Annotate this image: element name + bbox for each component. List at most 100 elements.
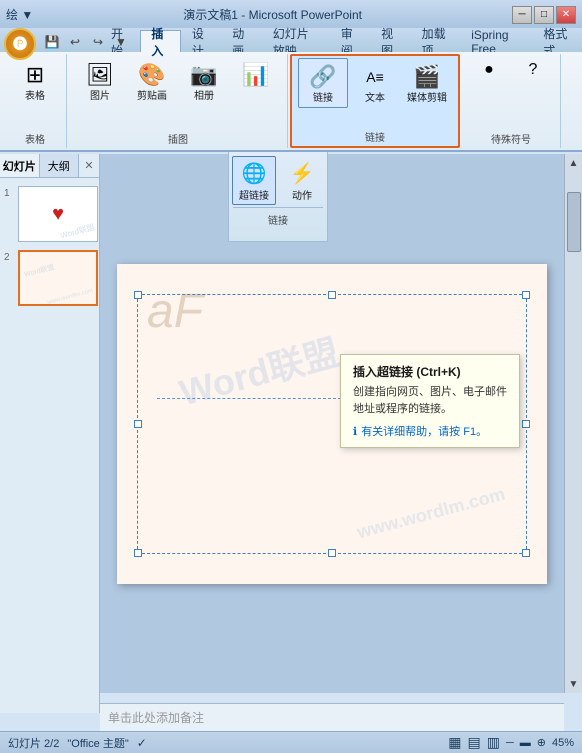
undo-button[interactable]: ↩ — [65, 32, 85, 52]
handle-bl[interactable] — [134, 549, 142, 557]
zoom-level: 45% — [552, 737, 574, 749]
view-reading-icon[interactable]: ▥ — [487, 734, 500, 751]
picture-icon: 🖼 — [84, 59, 116, 91]
text-label: 文本 — [365, 93, 385, 105]
hyperlink-globe-icon: 🌐 — [240, 159, 268, 187]
status-bar: 幻灯片 2/2 "Office 主题" ✓ ▦ ▤ ▥ ─ ▬ ⊕ 45% — [0, 731, 582, 753]
handle-bm[interactable] — [328, 549, 336, 557]
clipart-button[interactable]: 🎨 剪贴画 — [127, 56, 177, 106]
tab-review[interactable]: 审阅 — [330, 30, 370, 52]
save-button[interactable]: 💾 — [42, 32, 62, 52]
picture-button[interactable]: 🖼 图片 — [75, 56, 125, 106]
handle-tm[interactable] — [328, 291, 336, 299]
group-table-content: ⊞ 表格 — [10, 56, 60, 122]
handle-tl[interactable] — [134, 291, 142, 299]
group-special-label: 待殊符号 — [462, 131, 560, 146]
tab-addins[interactable]: 加载项 — [411, 30, 461, 52]
tab-ispring[interactable]: iSpring Free — [460, 30, 532, 52]
tab-slides[interactable]: 幻灯片 — [0, 154, 40, 177]
tab-animation[interactable]: 动画 — [221, 30, 261, 52]
album-button[interactable]: 📷 相册 — [179, 56, 229, 106]
table-button[interactable]: ⊞ 表格 — [10, 56, 60, 106]
scrollbar-vertical: ▲ ▼ — [564, 154, 582, 693]
picture-label: 图片 — [90, 91, 110, 103]
symbol1-button[interactable]: ● — [468, 56, 510, 84]
table-label: 表格 — [25, 91, 45, 103]
action-button[interactable]: ⚡ 动作 — [280, 156, 324, 205]
slide2-watermark2: www.wordlm.com — [47, 288, 94, 306]
title-bar-title: 演示文稿1 - Microsoft PowerPoint — [33, 6, 512, 23]
zoom-slider[interactable]: ▬ — [520, 737, 531, 749]
slide2-watermark1: Word联盟 — [23, 262, 55, 280]
hyperlink-large-button[interactable]: 🌐 超链接 — [232, 156, 276, 205]
tab-format[interactable]: 格式式 — [532, 30, 582, 52]
maximize-button[interactable]: □ — [534, 6, 554, 24]
action-label: 动作 — [292, 187, 312, 202]
hyperlink-button[interactable]: 🔗 链接 — [298, 58, 348, 108]
media-label: 媒体剪辑 — [407, 93, 447, 105]
media-icon: 🎬 — [411, 61, 443, 93]
office-icon: 🅟 — [13, 34, 27, 54]
album-label: 相册 — [194, 91, 214, 103]
close-button[interactable]: ✕ — [556, 6, 576, 24]
chart-button[interactable]: 📊 — [231, 56, 281, 94]
zoom-in-button[interactable]: ⊕ — [537, 736, 546, 749]
text-icon: A≡ — [359, 61, 391, 93]
group-images-label: 插图 — [69, 131, 287, 146]
slide1-preview: ♥ Word联盟 — [18, 186, 98, 242]
tab-design[interactable]: 设计 — [181, 30, 221, 52]
tooltip-body: 创建指向网页、图片、电子邮件地址或程序的链接。 — [353, 384, 507, 417]
quick-access-arrow[interactable]: ▼ — [111, 32, 131, 52]
tab-outline[interactable]: 大纲 — [40, 154, 80, 177]
title-bar-controls: ─ □ ✕ — [512, 6, 576, 24]
special-row1: ● ? — [468, 56, 554, 84]
redo-button[interactable]: ↪ — [88, 32, 108, 52]
main-canvas-area: Word联盟 www.wordlm.com aF 插入超链接 (Ctrl+K) — [100, 154, 564, 693]
media-button[interactable]: 🎬 媒体剪辑 — [402, 58, 452, 108]
notes-placeholder: 单击此处添加备注 — [108, 709, 204, 726]
handle-ml[interactable] — [134, 420, 142, 428]
tooltip-help-link[interactable]: ℹ 有关详细帮助，请按 F1。 — [353, 423, 507, 439]
view-slider-icon[interactable]: ▤ — [467, 734, 480, 751]
slide2-preview: Word联盟 www.wordlm.com — [18, 250, 98, 306]
panel-close-button[interactable]: ✕ — [79, 154, 99, 177]
group-links: 🔗 链接 A≡ 文本 🎬 媒体剪辑 链接 — [290, 54, 460, 148]
symbol1-icon: ● — [477, 58, 501, 82]
slide-thumb-1[interactable]: 1 ♥ Word联盟 — [18, 186, 85, 242]
slide-info: 幻灯片 2/2 — [8, 735, 59, 751]
minimize-button[interactable]: ─ — [512, 6, 532, 24]
handle-br[interactable] — [522, 549, 530, 557]
handle-mr[interactable] — [522, 420, 530, 428]
notes-bar[interactable]: 单击此处添加备注 — [100, 703, 564, 731]
tab-insert[interactable]: 插入 — [140, 30, 180, 52]
text-button[interactable]: A≡ 文本 — [350, 58, 400, 108]
clipart-label: 剪贴画 — [137, 91, 167, 103]
slide-panel: 幻灯片 大纲 ✕ 1 ♥ Word联盟 2 Word联盟 www.wordlm.… — [0, 154, 100, 713]
group-table: ⊞ 表格 表格 — [4, 54, 67, 148]
tooltip-link-text: 有关详细帮助，请按 F1。 — [361, 423, 487, 439]
group-special: ● ? 待殊符号 — [462, 54, 561, 148]
handle-tr[interactable] — [522, 291, 530, 299]
scroll-down-button[interactable]: ▼ — [565, 675, 582, 693]
group-special-content: ● ? — [468, 56, 554, 116]
album-icon: 📷 — [188, 59, 220, 91]
symbol2-icon: ? — [521, 58, 545, 82]
office-button[interactable]: 🅟 — [4, 28, 36, 60]
slide-panel-tabs: 幻灯片 大纲 ✕ — [0, 154, 99, 178]
tooltip-title: 插入超链接 (Ctrl+K) — [353, 363, 507, 380]
scroll-up-button[interactable]: ▲ — [565, 154, 582, 172]
slide-thumb-2[interactable]: 2 Word联盟 www.wordlm.com — [18, 250, 85, 306]
symbol2-button[interactable]: ? — [512, 56, 554, 84]
ribbon-link-dropdown: 🌐 超链接 ⚡ 动作 链接 — [228, 152, 328, 242]
special-btns: ● ? — [468, 56, 554, 100]
group-links-content: 🔗 链接 A≡ 文本 🎬 媒体剪辑 — [298, 58, 452, 124]
tab-view[interactable]: 视图 — [370, 30, 410, 52]
scrollbar-thumb[interactable] — [567, 192, 581, 252]
action-icon: ⚡ — [288, 159, 316, 187]
zoom-out-button[interactable]: ─ — [506, 737, 514, 749]
theme-info: "Office 主题" — [67, 735, 128, 751]
tab-slideshow[interactable]: 幻灯片放映 — [262, 30, 330, 52]
group-images: 🖼 图片 🎨 剪贴画 📷 相册 📊 插图 — [69, 54, 288, 148]
view-normal-icon[interactable]: ▦ — [448, 734, 461, 751]
slide2-content: Word联盟 www.wordlm.com — [20, 252, 96, 304]
